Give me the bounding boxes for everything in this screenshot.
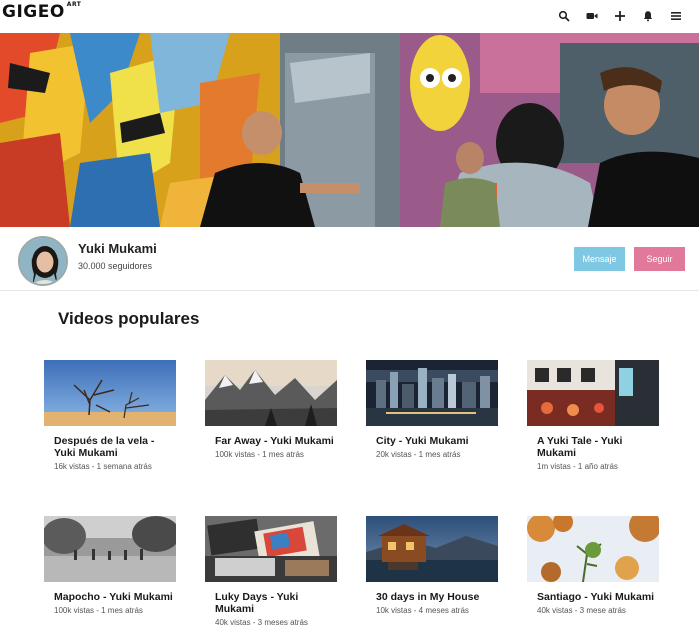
avatar[interactable] [18, 236, 68, 286]
nav-icons [555, 7, 685, 25]
video-title[interactable]: Mapocho - Yuki Mukami [44, 591, 176, 603]
logo-text: GIGEO [2, 2, 65, 22]
logo-superscript: ART [66, 1, 82, 9]
video-card[interactable]: City - Yuki Mukami 20k vistas - 1 mes at… [366, 360, 498, 459]
follow-button[interactable]: Seguir [634, 247, 685, 271]
video-thumbnail[interactable] [527, 360, 659, 426]
video-card[interactable]: Far Away - Yuki Mukami 100k vistas - 1 m… [205, 360, 337, 459]
follower-count: 30.000 seguidores [78, 261, 153, 271]
video-card[interactable]: 30 days in My House 10k vistas - 4 meses… [366, 516, 498, 615]
video-title[interactable]: Far Away - Yuki Mukami [205, 435, 337, 447]
video-card[interactable]: Luky Days - Yuki Mukami 40k vistas - 3 m… [205, 516, 337, 627]
video-card[interactable]: Mapocho - Yuki Mukami 100k vistas - 1 me… [44, 516, 176, 615]
bell-icon[interactable] [639, 7, 657, 25]
video-meta: 40k vistas - 3 mese atrás [537, 606, 626, 615]
video-thumbnail[interactable] [366, 516, 498, 582]
video-thumbnail[interactable] [44, 360, 176, 426]
video-meta: 100k vistas - 1 mes atrás [54, 606, 143, 615]
video-title[interactable]: Santiago - Yuki Mukami [527, 591, 659, 603]
video-thumbnail[interactable] [527, 516, 659, 582]
video-title[interactable]: Después de la vela - Yuki Mukami [44, 435, 176, 459]
video-title[interactable]: 30 days in My House [366, 591, 498, 603]
video-meta: 100k vistas - 1 mes atrás [215, 450, 304, 459]
video-card[interactable]: A Yuki Tale - Yuki Mukami 1m vistas - 1 … [527, 360, 659, 471]
video-camera-icon[interactable] [583, 7, 601, 25]
video-title[interactable]: Luky Days - Yuki Mukami [205, 591, 337, 615]
video-title[interactable]: A Yuki Tale - Yuki Mukami [527, 435, 659, 459]
video-thumbnail[interactable] [205, 516, 337, 582]
profile-name: Yuki Mukami [78, 241, 157, 256]
video-thumbnail[interactable] [44, 516, 176, 582]
section-title: Videos populares [58, 309, 200, 328]
top-navbar: GIGEO ART [0, 0, 699, 33]
plus-icon[interactable] [611, 7, 629, 25]
video-card[interactable]: Después de la vela - Yuki Mukami 16k vis… [44, 360, 176, 471]
hero-banner-image [0, 33, 699, 227]
menu-icon[interactable] [667, 7, 685, 25]
video-meta: 40k vistas - 3 meses atrás [215, 618, 308, 627]
video-meta: 1m vistas - 1 año atrás [537, 462, 618, 471]
video-thumbnail[interactable] [366, 360, 498, 426]
profile-header: Yuki Mukami 30.000 seguidores Mensaje Se… [0, 227, 699, 291]
message-button[interactable]: Mensaje [574, 247, 625, 271]
video-meta: 16k vistas - 1 semana atrás [54, 462, 152, 471]
video-title[interactable]: City - Yuki Mukami [366, 435, 498, 447]
video-card[interactable]: Santiago - Yuki Mukami 40k vistas - 3 me… [527, 516, 659, 615]
logo[interactable]: GIGEO ART [2, 1, 82, 22]
search-icon[interactable] [555, 7, 573, 25]
video-meta: 10k vistas - 4 meses atrás [376, 606, 469, 615]
video-meta: 20k vistas - 1 mes atrás [376, 450, 461, 459]
video-thumbnail[interactable] [205, 360, 337, 426]
